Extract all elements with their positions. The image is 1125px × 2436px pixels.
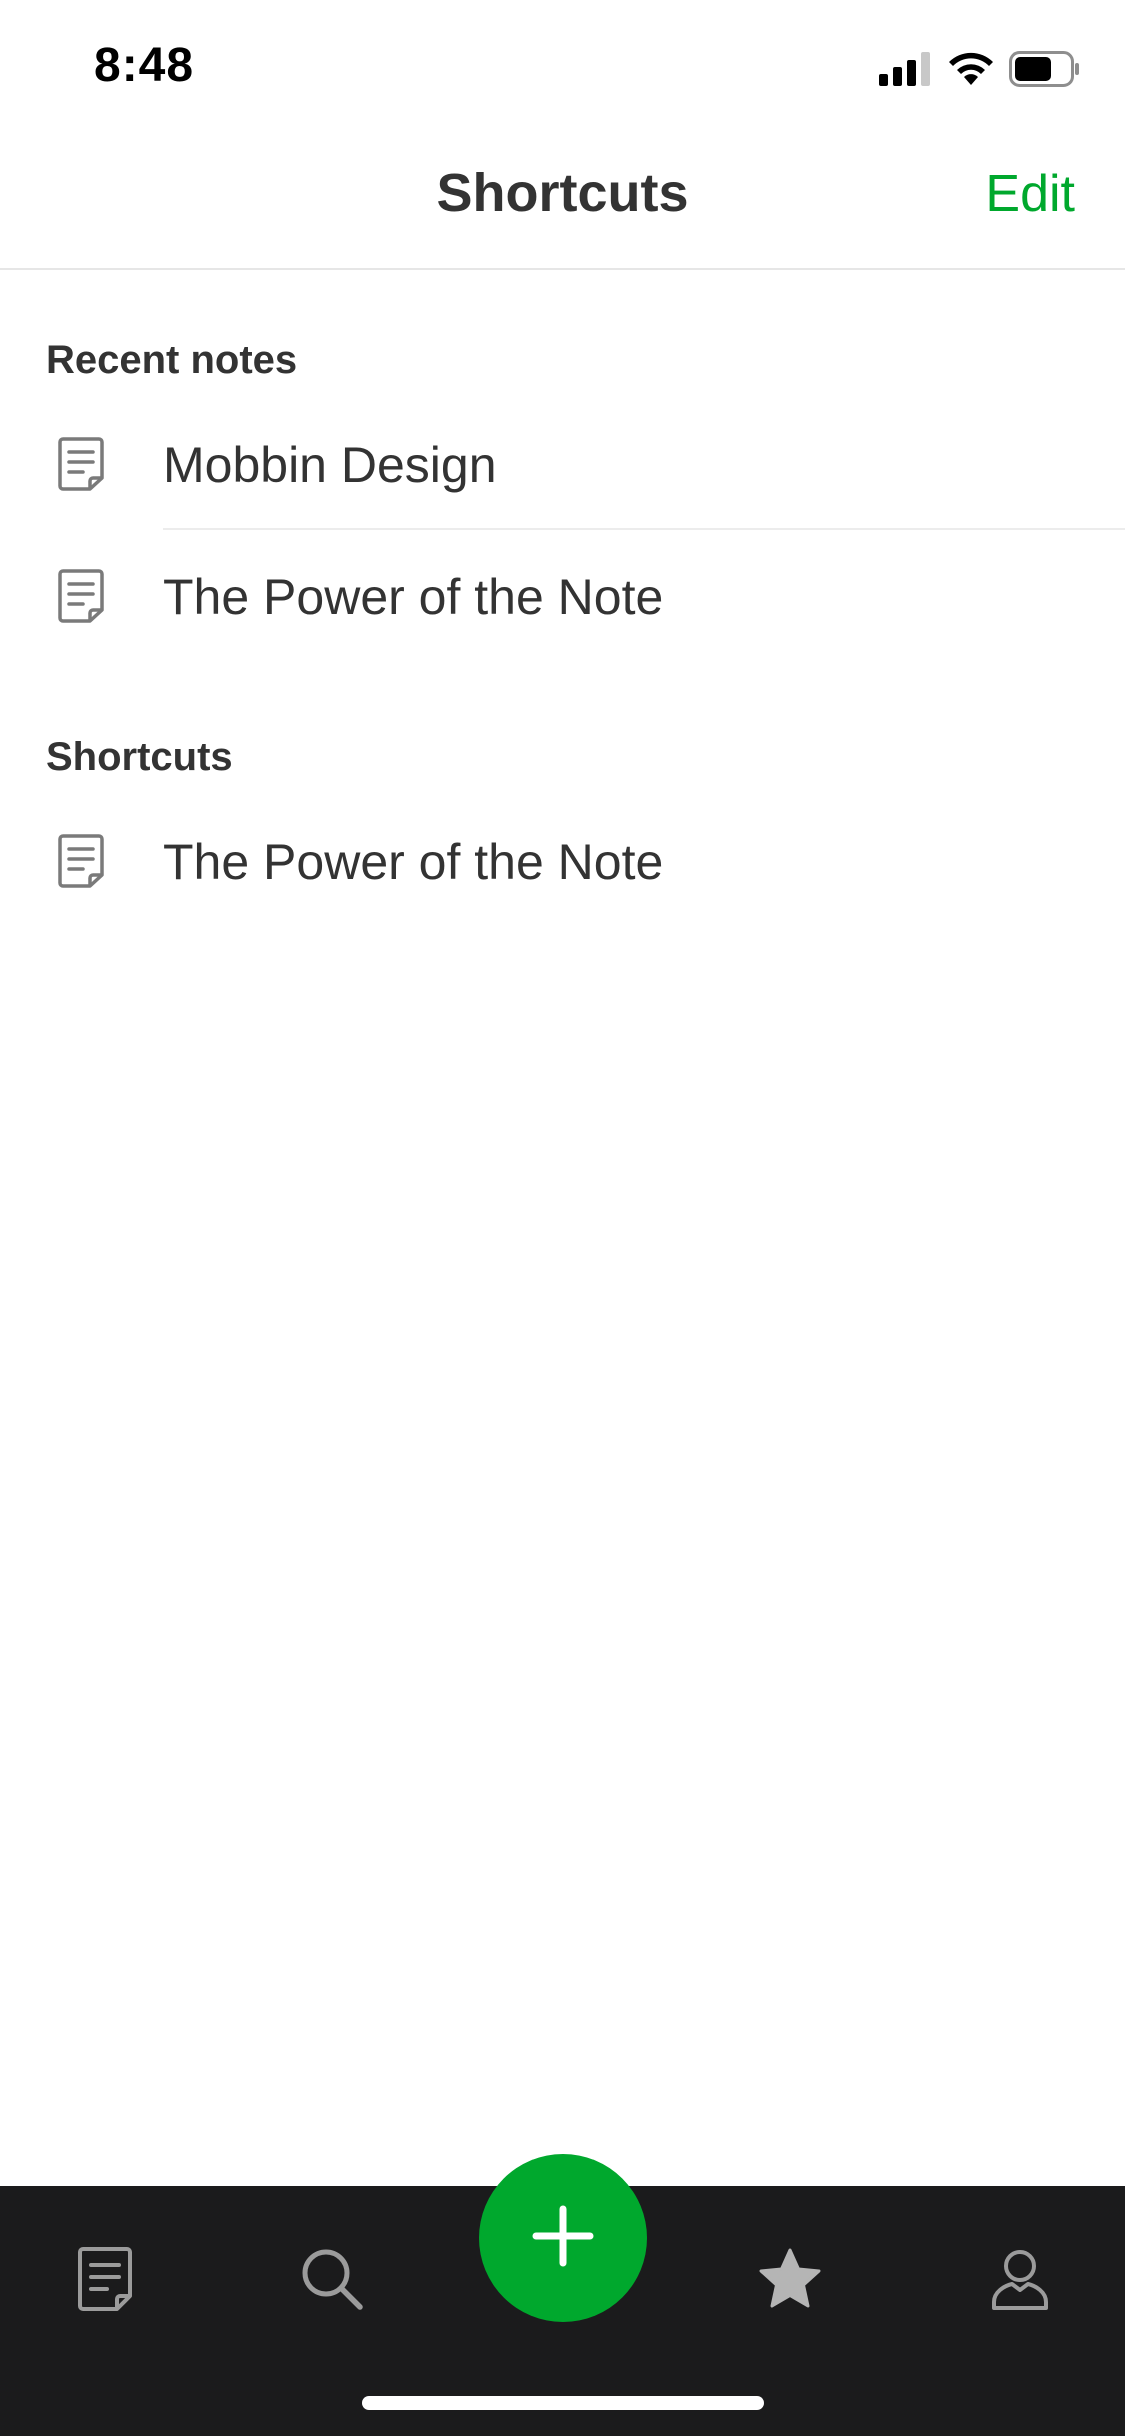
- search-icon: [299, 2246, 365, 2317]
- status-time: 8:48: [94, 39, 195, 92]
- recent-note-row[interactable]: Mobbin Design: [0, 398, 1125, 530]
- add-icon: [532, 2205, 594, 2272]
- tab-shortcuts[interactable]: [735, 2226, 845, 2336]
- tab-search[interactable]: [277, 2226, 387, 2336]
- edit-button[interactable]: Edit: [985, 164, 1075, 224]
- battery-icon: [1009, 50, 1081, 92]
- star-icon: [757, 2247, 823, 2316]
- recent-note-row[interactable]: The Power of the Note: [0, 530, 1125, 662]
- note-title: The Power of the Note: [163, 569, 664, 625]
- status-bar: 8:48: [0, 0, 1125, 132]
- page-title: Shortcuts: [436, 163, 689, 223]
- wifi-icon: [947, 51, 995, 92]
- status-icons: [879, 50, 1081, 92]
- note-icon: [58, 436, 104, 492]
- new-note-button[interactable]: [479, 2154, 647, 2322]
- signal-icon: [879, 51, 933, 91]
- note-title: Mobbin Design: [163, 437, 497, 493]
- home-indicator: [362, 2396, 764, 2410]
- notes-icon: [77, 2246, 133, 2317]
- note-icon: [58, 568, 104, 624]
- shortcuts-heading: Shortcuts: [46, 735, 233, 779]
- nav-header: Shortcuts Edit: [0, 132, 1125, 270]
- tab-account[interactable]: [965, 2226, 1075, 2336]
- tab-notes[interactable]: [50, 2226, 160, 2336]
- account-icon: [990, 2246, 1050, 2317]
- note-title: The Power of the Note: [163, 834, 664, 890]
- recent-notes-heading: Recent notes: [46, 338, 298, 382]
- shortcut-note-row[interactable]: The Power of the Note: [0, 795, 1125, 927]
- note-icon: [58, 833, 104, 889]
